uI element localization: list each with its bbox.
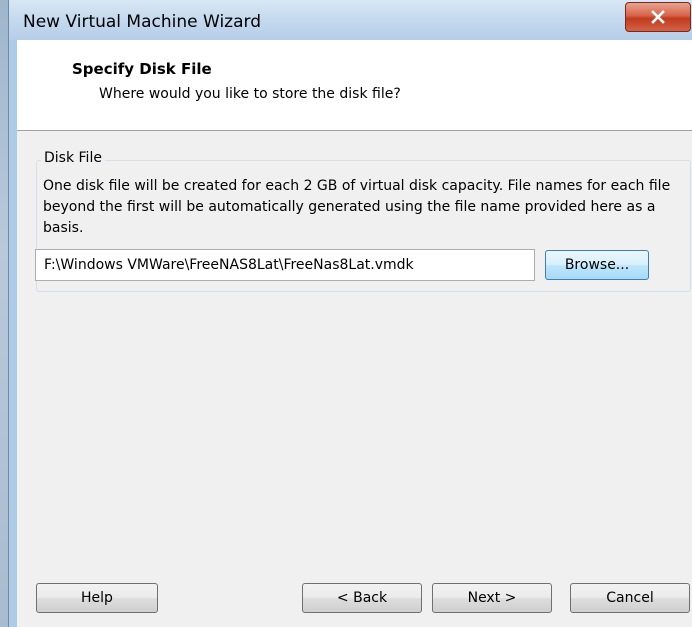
back-button[interactable]: < Back bbox=[302, 583, 422, 613]
disk-file-path-input[interactable] bbox=[35, 249, 535, 281]
page-subtitle: Where would you like to store the disk f… bbox=[99, 86, 401, 102]
disk-file-description: One disk file will be created for each 2… bbox=[43, 178, 671, 236]
window-title: New Virtual Machine Wizard bbox=[23, 12, 261, 32]
wizard-header: Specify Disk File Where would you like t… bbox=[17, 40, 692, 131]
help-button[interactable]: Help bbox=[36, 583, 158, 613]
title-bar[interactable]: New Virtual Machine Wizard bbox=[9, 0, 692, 40]
group-label: Disk File bbox=[41, 150, 105, 166]
close-button[interactable] bbox=[625, 2, 691, 32]
wizard-window: New Virtual Machine Wizard Specify Disk … bbox=[8, 0, 692, 627]
dialog-body: Specify Disk File Where would you like t… bbox=[17, 40, 692, 627]
page-title: Specify Disk File bbox=[72, 60, 212, 78]
browse-button[interactable]: Browse... bbox=[545, 250, 649, 280]
cancel-button[interactable]: Cancel bbox=[570, 583, 690, 613]
close-icon bbox=[651, 10, 665, 24]
next-button[interactable]: Next > bbox=[432, 583, 552, 613]
